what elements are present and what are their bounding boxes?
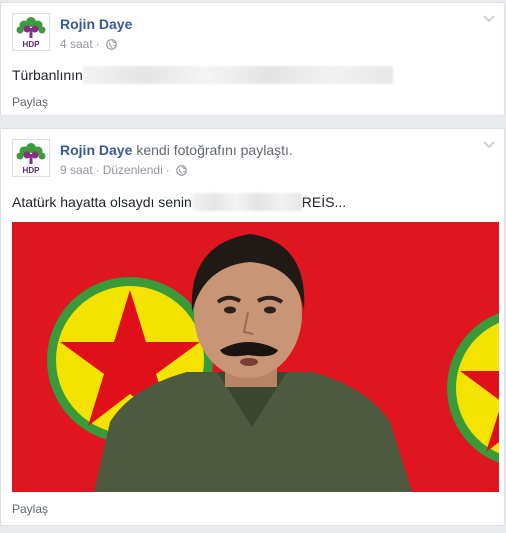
post-text-visible: Türbanlının (12, 67, 83, 83)
author-name-link[interactable]: Rojin Daye (60, 16, 132, 32)
share-button[interactable]: Paylaş (12, 95, 48, 109)
timestamp-link[interactable]: 4 saat (60, 37, 93, 51)
shared-photo[interactable] (12, 222, 499, 492)
share-button[interactable]: Paylaş (12, 502, 48, 516)
meta-separator: · (95, 37, 100, 51)
chevron-down-icon[interactable] (483, 15, 495, 23)
post-action-text: kendi fotoğrafını paylaştı. (136, 142, 293, 158)
svg-text:HDP: HDP (23, 40, 41, 49)
globe-icon[interactable] (175, 165, 187, 176)
post-author: Rojin Daye kendi fotoğrafını paylaştı. (60, 142, 293, 158)
post-text-visible: Atatürk hayatta olsaydı senin (12, 194, 192, 210)
chevron-down-icon[interactable] (483, 141, 495, 149)
svg-text:HDP: HDP (23, 166, 41, 175)
photo-image (12, 222, 499, 492)
avatar[interactable]: HDP (12, 13, 50, 51)
hdp-logo-icon: HDP (16, 17, 46, 49)
redacted-text (82, 66, 393, 84)
post-text: Türbanlının (12, 66, 393, 84)
globe-icon[interactable] (105, 39, 117, 50)
meta-separator: · (95, 163, 100, 177)
post-text-visible-end: REİS... (301, 194, 347, 210)
post-text: Atatürk hayatta olsaydı senin REİS... (12, 193, 346, 211)
meta-separator: · (165, 163, 170, 177)
timestamp-link[interactable]: 9 saat (60, 163, 93, 177)
post-meta: 4 saat · (60, 37, 117, 51)
post-author: Rojin Daye (60, 16, 132, 32)
feed-post: HDP Rojin Daye 4 saat · Türbanlının Payla… (0, 2, 505, 116)
edited-label[interactable]: Düzenlendi (103, 163, 163, 177)
author-name-link[interactable]: Rojin Daye (60, 142, 132, 158)
feed-post: HDP Rojin Daye kendi fotoğrafını paylaştı… (0, 128, 505, 526)
avatar[interactable]: HDP (12, 139, 50, 177)
redacted-text (191, 193, 302, 211)
post-meta: 9 saat · Düzenlendi · (60, 163, 187, 177)
hdp-logo-icon: HDP (16, 143, 46, 175)
